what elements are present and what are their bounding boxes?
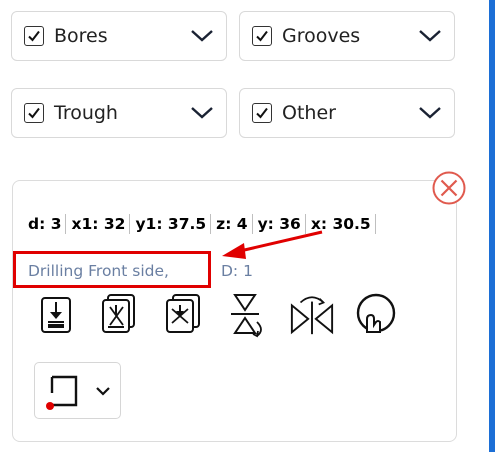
drill-stack-x-icon	[166, 294, 200, 333]
mirror-horizontal-icon	[290, 296, 334, 335]
drill-stack-cross-button[interactable]	[95, 292, 141, 338]
mirror-horizontal-button[interactable]	[289, 292, 335, 338]
shape-corner-icon	[46, 375, 110, 410]
flip-vertical-button[interactable]	[224, 292, 270, 338]
drill-front-icon	[41, 297, 71, 333]
flip-vertical-icon	[231, 294, 262, 338]
touch-select-icon	[356, 293, 396, 333]
drill-stack-x-button[interactable]	[159, 292, 205, 338]
drill-front-button[interactable]	[33, 292, 79, 338]
touch-select-button[interactable]	[353, 292, 399, 338]
shape-dropdown-button[interactable]	[34, 362, 121, 419]
drill-stack-cross-icon	[102, 294, 135, 333]
